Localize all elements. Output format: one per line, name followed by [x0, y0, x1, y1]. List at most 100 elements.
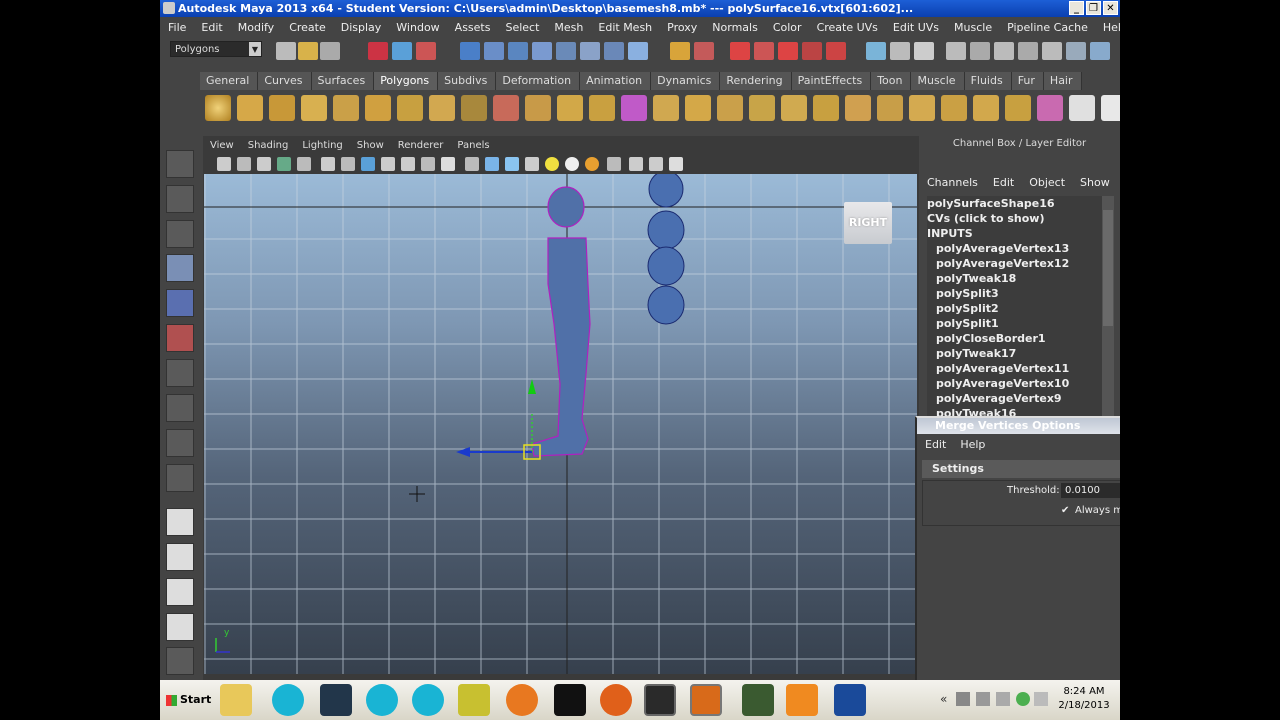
snap-curve-icon[interactable] — [604, 42, 624, 60]
split-polygon-icon[interactable] — [813, 95, 839, 121]
shelf-tab-animation[interactable]: Animation — [580, 72, 652, 90]
smooth-icon[interactable] — [621, 95, 647, 121]
tool-settings-icon[interactable] — [914, 42, 934, 60]
input-node[interactable]: polyTweak18 — [927, 271, 1102, 286]
settings-section-header[interactable]: Settings — [922, 460, 1120, 478]
volume-icon[interactable] — [1034, 692, 1048, 706]
input-node[interactable]: polyCloseBorder1 — [927, 331, 1102, 346]
channel-box-menu-object[interactable]: Object — [1021, 174, 1072, 192]
menu-mesh[interactable]: Mesh — [546, 21, 590, 34]
wireframe-icon[interactable] — [465, 157, 479, 171]
reduce-icon[interactable] — [653, 95, 679, 121]
rotate-tool-icon[interactable] — [166, 289, 194, 317]
menu-create[interactable]: Create — [281, 21, 333, 34]
vertex-mask-icon[interactable] — [460, 42, 480, 60]
chevron-down-icon[interactable]: ▼ — [249, 42, 261, 56]
viewport-menu-renderer[interactable]: Renderer — [391, 140, 451, 151]
separate-icon[interactable] — [525, 95, 551, 121]
input-node[interactable]: polySplit1 — [927, 316, 1102, 331]
layout-2-icon[interactable] — [970, 42, 990, 60]
select-component-icon[interactable] — [416, 42, 436, 60]
shelf-tab-polygons[interactable]: Polygons — [374, 72, 439, 90]
lock-icon[interactable] — [670, 42, 690, 60]
automatic-mapping-icon[interactable] — [1037, 95, 1063, 121]
chrome-icon[interactable] — [1016, 692, 1030, 706]
menu-file[interactable]: File — [160, 21, 193, 34]
processing-icon[interactable] — [320, 684, 352, 716]
layout-1-icon[interactable] — [946, 42, 966, 60]
select-object-icon[interactable] — [392, 42, 412, 60]
photoshop-icon[interactable] — [834, 684, 866, 716]
shelf-tab-subdivs[interactable]: Subdivs — [438, 72, 497, 90]
clock[interactable]: 8:24 AM 2/18/2013 — [1048, 685, 1120, 713]
network-icon[interactable] — [976, 692, 990, 706]
menu-modify[interactable]: Modify — [230, 21, 281, 34]
poly-cone-icon[interactable] — [301, 95, 327, 121]
checkmark-icon[interactable]: ✔ — [1061, 505, 1069, 516]
input-node[interactable]: polySplit3 — [927, 286, 1102, 301]
four-pane-layout-icon[interactable] — [166, 543, 194, 571]
firefox-icon[interactable] — [600, 684, 632, 716]
history-icon[interactable] — [694, 42, 714, 60]
paint-select-tool-icon[interactable] — [166, 220, 194, 248]
viewport-menu-panels[interactable]: Panels — [450, 140, 496, 151]
move-tool-icon[interactable] — [166, 254, 194, 282]
select-tool-icon[interactable] — [166, 150, 194, 178]
poly-pipe-icon[interactable] — [429, 95, 455, 121]
show-manipulator-icon[interactable] — [166, 429, 194, 457]
shelf-tab-rendering[interactable]: Rendering — [720, 72, 792, 90]
new-scene-icon[interactable] — [276, 42, 296, 60]
shelf-tab-muscle[interactable]: Muscle — [911, 72, 965, 90]
display-icon[interactable] — [996, 692, 1010, 706]
bookmark-icon[interactable] — [257, 157, 271, 171]
menu-window[interactable]: Window — [388, 21, 446, 34]
input-node[interactable]: polySplit2 — [927, 301, 1102, 316]
camera-select-icon[interactable] — [217, 157, 231, 171]
menu-edit[interactable]: Edit — [193, 21, 229, 34]
render-frame-icon[interactable] — [778, 42, 798, 60]
channel-box-toggle-icon[interactable] — [1090, 42, 1110, 60]
soft-mod-tool-icon[interactable] — [166, 394, 194, 422]
poly-soccer-ball-icon[interactable] — [461, 95, 487, 121]
attribute-editor-icon[interactable] — [890, 42, 910, 60]
blender-icon[interactable] — [506, 684, 538, 716]
textured-icon[interactable] — [525, 157, 539, 171]
snap-grid-icon[interactable] — [580, 42, 600, 60]
multi-component-icon[interactable] — [556, 42, 576, 60]
input-node[interactable]: polyAverageVertex10 — [927, 376, 1102, 391]
menu-display[interactable]: Display — [333, 21, 389, 34]
input-node[interactable]: polyAverageVertex12 — [927, 256, 1102, 271]
viewport-menu-show[interactable]: Show — [350, 140, 391, 151]
firefox-active-icon[interactable] — [690, 684, 722, 716]
xray-joints-icon[interactable] — [649, 157, 663, 171]
outliner-layout-icon[interactable] — [166, 578, 194, 606]
cylindrical-mapping-icon[interactable] — [1005, 95, 1031, 121]
checker-2-icon[interactable] — [1101, 95, 1120, 121]
uv-mask-icon[interactable] — [532, 42, 552, 60]
menu-color[interactable]: Color — [765, 21, 809, 34]
shelf-tab-fur[interactable]: Fur — [1011, 72, 1044, 90]
cvs-toggle[interactable]: CVs (click to show) — [927, 211, 1102, 226]
media-player-icon[interactable] — [786, 684, 818, 716]
shelf-tab-surfaces[interactable]: Surfaces — [311, 72, 375, 90]
manipulator-tool-icon[interactable] — [166, 359, 194, 387]
shelf-tab-curves[interactable]: Curves — [258, 72, 312, 90]
poly-pyramid-icon[interactable] — [397, 95, 423, 121]
safe-title-icon[interactable] — [441, 157, 455, 171]
arduino-3-icon[interactable] — [412, 684, 444, 716]
layout-5-icon[interactable] — [1042, 42, 1062, 60]
channel-box-scrollbar[interactable] — [1102, 196, 1114, 416]
3d-viewport[interactable]: RIGHT y — [204, 174, 917, 674]
viewport-menu-lighting[interactable]: Lighting — [295, 140, 349, 151]
render-settings-icon[interactable] — [826, 42, 846, 60]
mirror-icon[interactable] — [685, 95, 711, 121]
combine-icon[interactable] — [493, 95, 519, 121]
input-node[interactable]: polyAverageVertex13 — [927, 241, 1102, 256]
menu-assets[interactable]: Assets — [447, 21, 498, 34]
shelf-tab-deformation[interactable]: Deformation — [496, 72, 581, 90]
magnet-icon[interactable] — [730, 42, 750, 60]
extrude-icon[interactable] — [717, 95, 743, 121]
close-button[interactable]: ✕ — [1103, 1, 1118, 15]
shelf-tab-fluids[interactable]: Fluids — [964, 72, 1012, 90]
planar-mapping-icon[interactable] — [973, 95, 999, 121]
